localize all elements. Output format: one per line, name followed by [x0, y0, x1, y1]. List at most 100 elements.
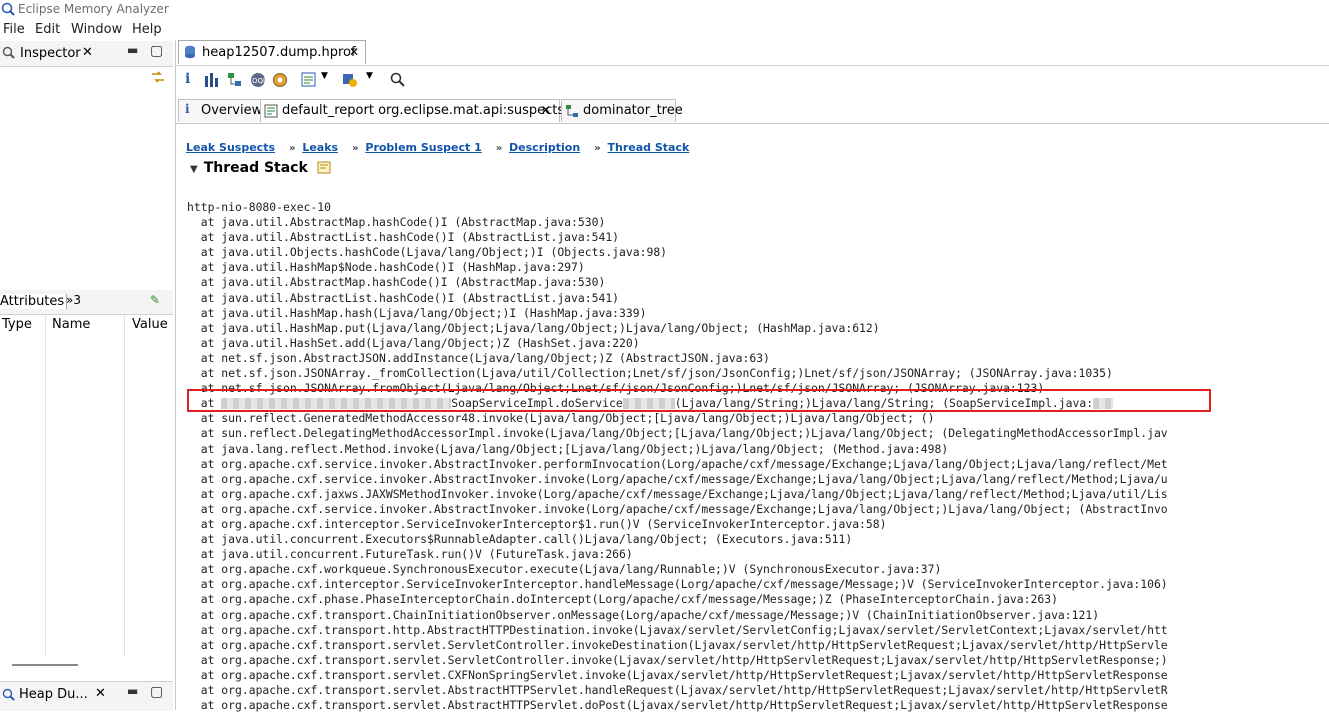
- menu-window[interactable]: Window: [71, 22, 122, 37]
- breadcrumb-thread-stack[interactable]: Thread Stack: [608, 141, 690, 154]
- editor-toolbar: i OQL ▼ ▼: [176, 65, 1329, 94]
- editor-area: heap12507.dump.hprof ✕ i OQL ▼ ▼ i Overv…: [175, 40, 1329, 713]
- stack-frame-line: at org.apache.cxf.transport.servlet.Serv…: [187, 637, 1168, 652]
- stack-frame-line: at java.util.AbstractList.hashCode()I (A…: [187, 290, 620, 305]
- stack-frame-line: at org.apache.cxf.transport.ChainInitiat…: [187, 607, 1100, 622]
- editor-tab-label: heap12507.dump.hprof: [202, 45, 356, 60]
- heap-dump-overview-icon[interactable]: [272, 72, 288, 88]
- thread-name: http-nio-8080-exec-10: [187, 200, 332, 214]
- stack-frame-line: at java.util.concurrent.FutureTask.run()…: [187, 547, 633, 562]
- section-title: Thread Stack: [203, 160, 308, 176]
- editor-subtabs: i Overview default_report org.eclipse.ma…: [176, 97, 1329, 124]
- minimize-icon[interactable]: ▬: [127, 684, 138, 698]
- stack-frame-line: at net.sf.json.AbstractJSON.addInstance(…: [187, 350, 770, 365]
- menu-help[interactable]: Help: [132, 22, 162, 37]
- window-title: Eclipse Memory Analyzer: [18, 2, 169, 16]
- stack-frame-line: at java.util.HashSet.add(Ljava/lang/Obje…: [187, 335, 640, 350]
- stack-frame-line: at org.apache.cxf.workqueue.SynchronousE…: [187, 562, 942, 577]
- stack-frame-line: at java.util.Objects.hashCode(Ljava/lang…: [187, 245, 668, 260]
- heap-dump-icon: [2, 688, 15, 701]
- info-icon[interactable]: i: [185, 71, 190, 87]
- breadcrumb-separator: »: [352, 143, 359, 154]
- highlight-box: [187, 389, 1211, 412]
- inspector-icon: [2, 46, 15, 59]
- stack-frame-line: at java.util.concurrent.Executors$Runnab…: [187, 532, 853, 547]
- stack-frame-line: at java.util.HashMap$Node.hashCode()I (H…: [187, 260, 585, 275]
- stack-frame-line: at org.apache.cxf.jaxws.JAXWSMethodInvok…: [187, 486, 1168, 501]
- column-divider: [124, 315, 125, 655]
- stack-frame-line: at org.apache.cxf.service.invoker.Abstra…: [187, 471, 1168, 486]
- tab-overview-label: Overview: [201, 103, 263, 118]
- tab-suspects-report[interactable]: default_report org.eclipse.mat.api:suspe…: [260, 99, 564, 122]
- stack-frame-line: at java.lang.reflect.Method.invoke(Ljava…: [187, 441, 949, 456]
- attributes-table-header: Type Name Value: [0, 315, 173, 335]
- breadcrumb-separator: »: [495, 143, 503, 154]
- maximize-icon[interactable]: ▢: [150, 684, 163, 700]
- editor-tab-hprof[interactable]: heap12507.dump.hprof ✕: [178, 40, 366, 64]
- heap-dump-close-icon[interactable]: ✕: [95, 686, 106, 701]
- editor-tab-close-icon[interactable]: ✕: [349, 45, 359, 59]
- stack-frame-line: at sun.reflect.GeneratedMethodAccessor48…: [187, 411, 935, 426]
- link-with-editor-icon[interactable]: [150, 69, 166, 85]
- stack-frame-line: at java.util.AbstractList.hashCode()I (A…: [187, 230, 620, 245]
- tab-overview[interactable]: i Overview: [178, 99, 262, 122]
- search-icon[interactable]: [390, 72, 406, 88]
- oql-icon[interactable]: OQL: [250, 72, 266, 88]
- inspector-tab-label[interactable]: Inspector: [20, 46, 81, 61]
- info-icon: i: [185, 102, 190, 116]
- stack-frame-line: at org.apache.cxf.transport.servlet.Abst…: [187, 698, 1168, 713]
- pin-icon[interactable]: ✎: [150, 293, 160, 307]
- column-divider: [45, 315, 46, 655]
- maximize-icon[interactable]: ▢: [150, 43, 163, 59]
- database-icon: [185, 45, 195, 59]
- histogram-icon[interactable]: [204, 72, 220, 88]
- svg-text:OQL: OQL: [252, 77, 266, 85]
- breadcrumb: Leak Suspects » Leaks » Problem Suspect 1 »…: [186, 141, 703, 154]
- inspector-close-icon[interactable]: ✕: [82, 45, 93, 60]
- section-header: ▼ Thread Stack: [190, 160, 331, 176]
- stack-frame-line: at java.util.AbstractMap.hashCode()I (Ab…: [187, 275, 606, 290]
- stack-frame-line: at java.util.HashMap.hash(Ljava/lang/Obj…: [187, 305, 647, 320]
- overflow-tabs-indicator[interactable]: »3: [66, 293, 81, 307]
- report-icon: [264, 104, 278, 118]
- collapse-triangle-icon[interactable]: ▼: [190, 164, 198, 175]
- column-name[interactable]: Name: [52, 317, 90, 332]
- stack-frame-line: at org.apache.cxf.transport.http.Abstrac…: [187, 622, 1168, 637]
- thread-stack-text: http-nio-8080-exec-10 at java.util.Abstr…: [187, 200, 1168, 713]
- attributes-tab-bar: Attributes »3 ✎: [0, 290, 173, 315]
- stack-frame-line: at org.apache.cxf.phase.PhaseInterceptor…: [187, 592, 1058, 607]
- breadcrumb-problem-suspect[interactable]: Problem Suspect 1: [365, 141, 481, 154]
- stack-frame-line: at sun.reflect.DelegatingMethodAccessorI…: [187, 426, 1168, 441]
- breadcrumb-leak-suspects[interactable]: Leak Suspects: [186, 141, 275, 154]
- magnifier-app-icon: [1, 2, 15, 16]
- column-value[interactable]: Value: [132, 317, 168, 332]
- horizontal-scrollbar[interactable]: [12, 664, 78, 666]
- tab-suspects-label: default_report org.eclipse.mat.api:suspe…: [282, 103, 565, 118]
- breadcrumb-leaks[interactable]: Leaks: [302, 141, 338, 154]
- copy-icon[interactable]: [317, 161, 331, 174]
- chevron-down-icon[interactable]: ▼: [366, 71, 373, 81]
- heap-dump-view-header: Heap Du... ✕ ▬ ▢: [0, 681, 173, 711]
- tab-dominator-label: dominator_tree: [583, 103, 683, 118]
- stack-frame-line: at org.apache.cxf.interceptor.ServiceInv…: [187, 516, 887, 531]
- minimize-icon[interactable]: ▬: [127, 43, 138, 57]
- stack-frame-line: at org.apache.cxf.interceptor.ServiceInv…: [187, 577, 1168, 592]
- tab-close-icon[interactable]: ✕: [541, 103, 551, 117]
- dominator-tree-icon[interactable]: [227, 72, 243, 88]
- column-type[interactable]: Type: [2, 317, 32, 332]
- query-browser-icon[interactable]: [301, 72, 317, 88]
- stack-frame-line: at org.apache.cxf.transport.servlet.Serv…: [187, 652, 1168, 667]
- breadcrumb-description[interactable]: Description: [509, 141, 580, 154]
- menu-bar: File Edit Window Help: [0, 19, 1329, 40]
- window-title-bar: Eclipse Memory Analyzer: [0, 0, 1329, 19]
- tab-dominator-tree[interactable]: dominator_tree: [561, 99, 683, 122]
- heap-dump-tab-label[interactable]: Heap Du...: [19, 687, 88, 702]
- chevron-down-icon[interactable]: ▼: [321, 71, 328, 81]
- group-by-icon[interactable]: [342, 72, 358, 88]
- stack-frame-line: at org.apache.cxf.service.invoker.Abstra…: [187, 456, 1168, 471]
- menu-edit[interactable]: Edit: [35, 22, 60, 37]
- attributes-tab[interactable]: Attributes: [0, 294, 68, 309]
- breadcrumb-separator: »: [594, 143, 601, 154]
- menu-file[interactable]: File: [3, 22, 25, 37]
- stack-frame-line: at org.apache.cxf.service.invoker.Abstra…: [187, 501, 1168, 516]
